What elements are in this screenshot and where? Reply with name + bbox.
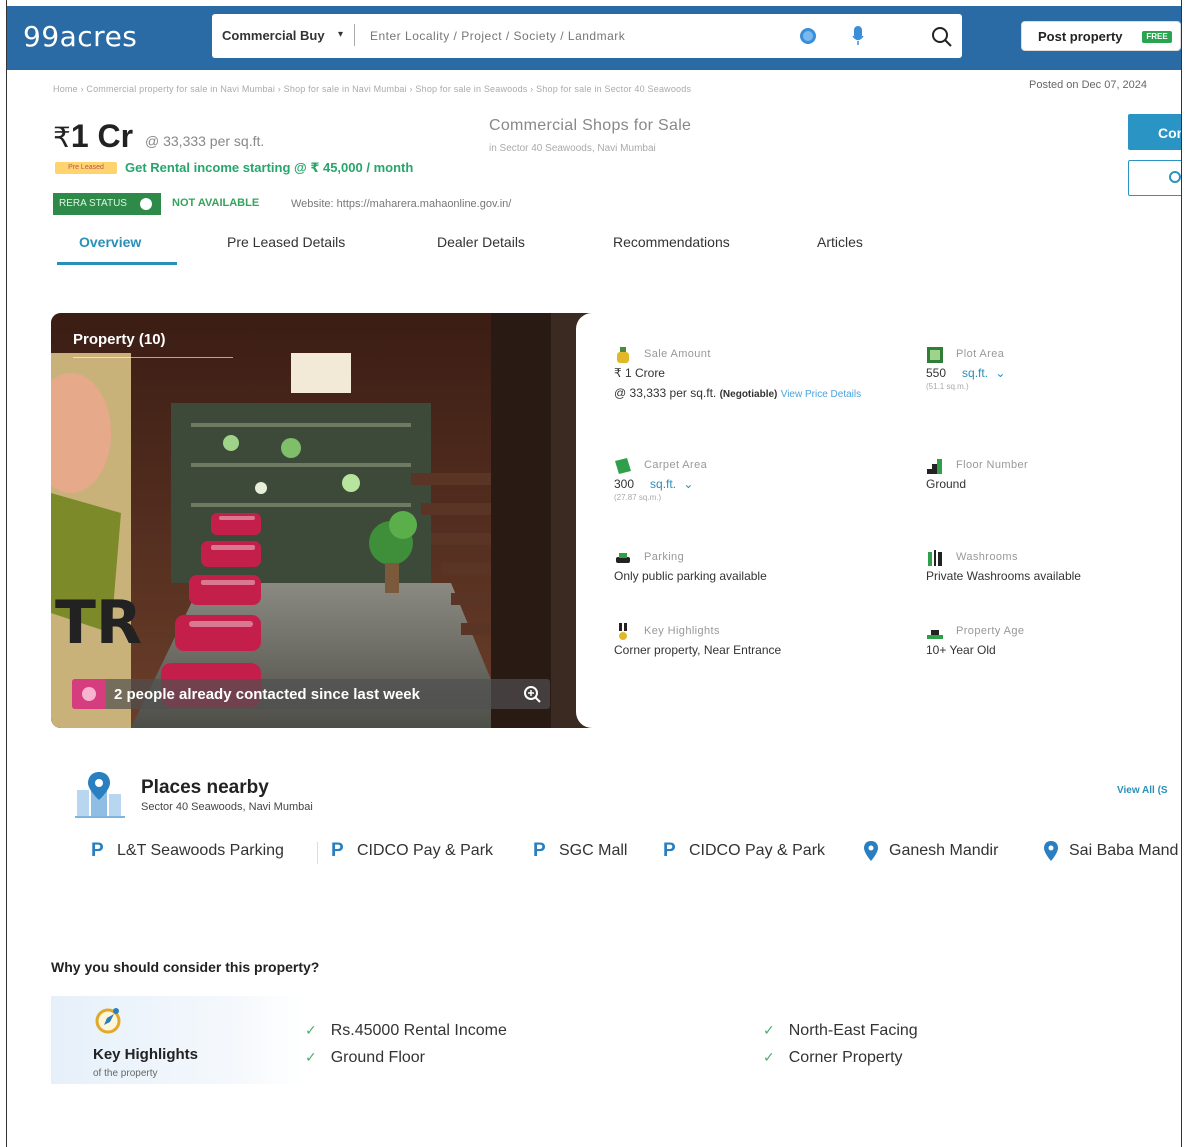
detail-plot-area: Plot Area 550 sq.ft. ⌄ (51.1 sq.m.) (926, 347, 1006, 391)
tab-active-indicator (57, 262, 177, 265)
detail-key-highlights: Key Highlights Corner property, Near Ent… (614, 623, 782, 657)
detail-sale-amount: Sale Amount ₹ 1 Crore @ 33,333 per sq.ft… (614, 347, 862, 400)
chevron-down-icon[interactable]: ⌄ (995, 366, 1005, 380)
compass-icon (95, 1008, 121, 1034)
pre-leased-badge: Pre Leased (55, 162, 117, 174)
chevron-down-icon[interactable]: ⌄ (683, 477, 693, 491)
tab-recommendations[interactable]: Recommendations (613, 234, 730, 250)
rera-status-badge: RERA STATUS (53, 193, 161, 215)
chevron-down-icon[interactable]: ▾ (338, 29, 343, 40)
medal-icon (619, 623, 627, 640)
places-nearby-subtitle: Sector 40 Seawoods, Navi Mumbai (141, 801, 313, 813)
rera-toggle-icon (140, 198, 152, 210)
why-consider-title: Why you should consider this property? (51, 959, 320, 975)
contacted-banner: 2 people already contacted since last we… (72, 679, 550, 709)
page: 99acres Commercial Buy ▾ Post property F… (6, 0, 1182, 1147)
key-highlights-box: Key Highlights of the property (51, 996, 305, 1084)
map-pin-icon (864, 841, 878, 861)
plot-area-icon (927, 347, 943, 363)
carpet-area-unit-select[interactable]: sq.ft. (650, 477, 676, 491)
property-age-icon (927, 630, 943, 639)
zoom-icon[interactable] (515, 679, 549, 709)
check-icon: ✓ (763, 1022, 775, 1038)
detail-carpet-area: Carpet Area 300 sq.ft. ⌄ (27.87 sq.m.) (614, 458, 708, 502)
header-bar: 99acres Commercial Buy ▾ Post property F… (7, 6, 1181, 70)
search-box: Commercial Buy ▾ (212, 14, 962, 58)
view-all-link[interactable]: View All (S (1117, 785, 1168, 796)
detail-parking: Parking Only public parking available (614, 551, 767, 583)
tab-pre-leased-details[interactable]: Pre Leased Details (227, 234, 345, 250)
contacted-icon (72, 679, 106, 709)
search-divider (354, 24, 355, 46)
detail-washrooms: Washrooms Private Washrooms available (926, 550, 1081, 583)
location-icon[interactable] (800, 28, 816, 44)
places-list: P L&T Seawoods Parking P CIDCO Pay & Par… (79, 832, 1181, 872)
search-type-select[interactable]: Commercial Buy (222, 28, 325, 43)
posted-date: Posted on Dec 07, 2024 (1029, 79, 1148, 91)
price: ₹1 Cr (53, 118, 134, 154)
shortlist-button[interactable] (1128, 160, 1181, 196)
contacted-text: 2 people already contacted since last we… (114, 686, 420, 703)
free-badge: FREE (1142, 31, 1172, 43)
post-property-button[interactable]: Post property FREE (1021, 21, 1181, 51)
highlight-item: ✓ North-East Facing (763, 1022, 918, 1039)
floor-icon (927, 459, 942, 474)
property-card: TR Property (10) 2 people already contac… (51, 313, 1181, 728)
logo[interactable]: 99acres (23, 20, 137, 53)
shortlist-icon (1169, 171, 1181, 183)
post-property-label: Post property (1038, 29, 1123, 44)
breadcrumb[interactable]: Home › Commercial property for sale in N… (53, 84, 691, 94)
parking-icon: P (91, 840, 104, 861)
search-input[interactable] (370, 27, 770, 45)
money-bag-icon (617, 347, 629, 363)
detail-property-age: Property Age 10+ Year Old (926, 625, 1025, 657)
rera-value: NOT AVAILABLE (172, 197, 260, 209)
tab-overview[interactable]: Overview (79, 234, 141, 250)
view-price-details-link[interactable]: View Price Details (781, 389, 861, 400)
highlight-item: ✓ Corner Property (763, 1049, 903, 1066)
washroom-icon (928, 550, 942, 566)
key-highlights-title: Key Highlights (93, 1046, 199, 1063)
photo-title-underline (73, 357, 233, 358)
details-panel: Sale Amount ₹ 1 Crore @ 33,333 per sq.ft… (576, 313, 1181, 728)
tab-dealer-details[interactable]: Dealer Details (437, 234, 525, 250)
detail-floor-number: Floor Number Ground (926, 459, 1029, 491)
check-icon: ✓ (763, 1049, 775, 1065)
places-nearby-title: Places nearby (141, 777, 269, 798)
key-highlights-subtitle: of the property (93, 1068, 158, 1079)
svg-text:TR: TR (55, 588, 142, 658)
rera-website[interactable]: Website: https://maharera.mahaonline.gov… (291, 198, 511, 210)
plot-area-unit-select[interactable]: sq.ft. (962, 366, 988, 380)
map-pin-icon (1044, 841, 1058, 861)
tab-articles[interactable]: Articles (817, 234, 863, 250)
highlight-item: ✓ Rs.45000 Rental Income (305, 1022, 507, 1039)
property-photo[interactable]: TR Property (10) 2 people already contac… (51, 313, 611, 728)
price-per-sqft: @ 33,333 per sq.ft. (145, 133, 265, 149)
search-icon[interactable] (930, 25, 954, 49)
check-icon: ✓ (305, 1022, 317, 1038)
parking-icon: P (663, 840, 676, 861)
parking-icon: P (533, 840, 546, 861)
car-icon (616, 553, 630, 563)
photo-count-title[interactable]: Property (10) (73, 331, 166, 348)
carpet-area-icon (615, 458, 631, 474)
contact-button[interactable]: Cont (1128, 114, 1181, 150)
highlight-item: ✓ Ground Floor (305, 1049, 425, 1066)
listing-title: Commercial Shops for Sale (489, 117, 692, 134)
check-icon: ✓ (305, 1049, 317, 1065)
listing-subtitle: in Sector 40 Seawoods, Navi Mumbai (489, 143, 656, 154)
parking-icon: P (331, 840, 344, 861)
places-nearby-icon (75, 772, 125, 818)
microphone-icon[interactable] (852, 26, 864, 46)
shop-interior-image: TR (51, 313, 611, 728)
rental-income-text: Get Rental income starting @ ₹ 45,000 / … (125, 160, 414, 175)
place-divider (317, 842, 318, 864)
